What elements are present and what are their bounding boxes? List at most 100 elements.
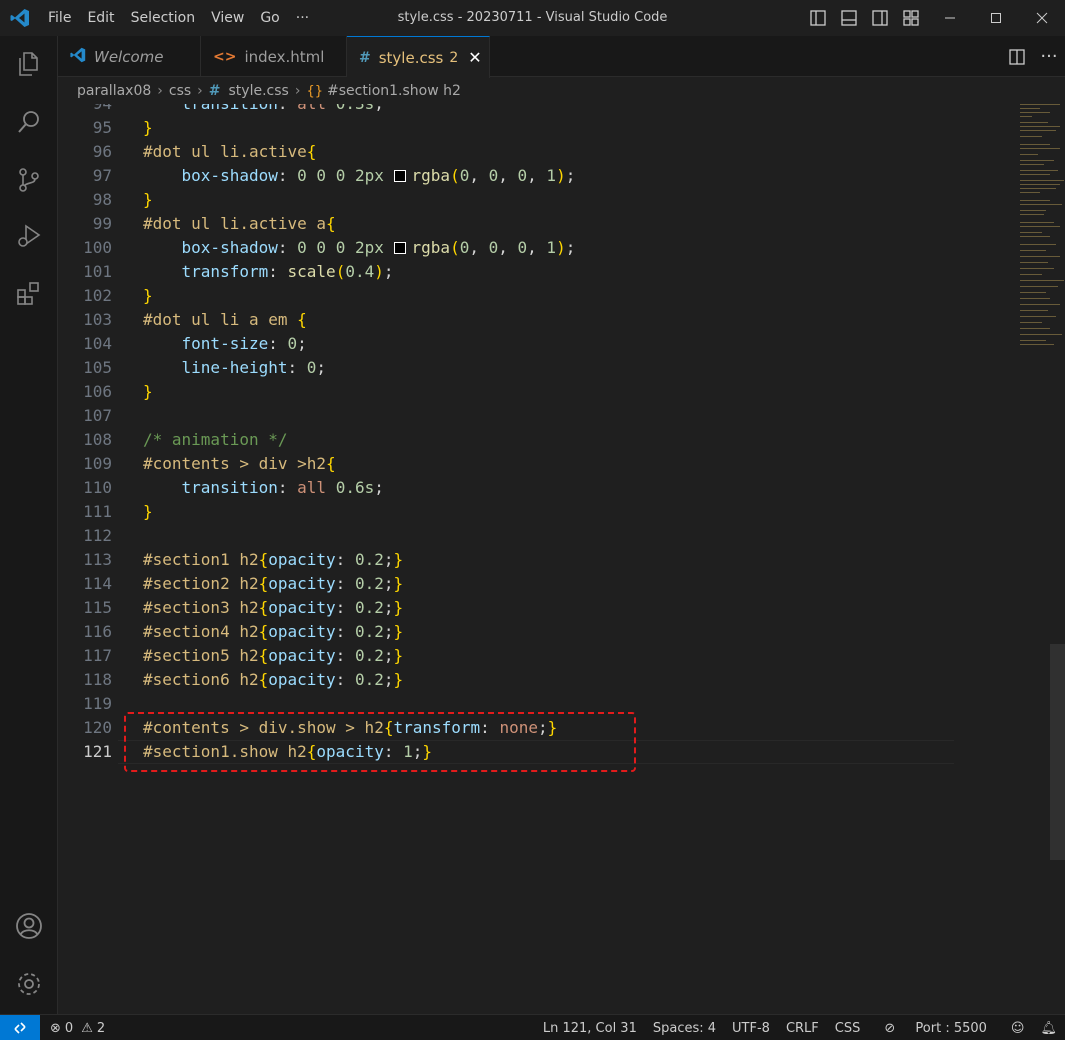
breadcrumb-folder-parallax08[interactable]: parallax08	[77, 83, 151, 99]
minimap-line	[1020, 222, 1054, 223]
breadcrumb-file[interactable]: style.css	[229, 83, 289, 99]
code-line[interactable]: 112	[58, 524, 958, 548]
line-number: 106	[83, 382, 112, 401]
color-swatch[interactable]	[393, 242, 406, 254]
line-text: #section5 h2{opacity: 0.2;}	[143, 646, 404, 665]
language-mode[interactable]: CSS	[827, 1021, 869, 1036]
minimap-line	[1020, 144, 1050, 145]
code-line[interactable]: 118 #section6 h2{opacity: 0.2;}	[58, 668, 958, 692]
code-line[interactable]: 117 #section5 h2{opacity: 0.2;}	[58, 644, 958, 668]
toggle-secondary-sidebar-icon[interactable]	[866, 5, 893, 32]
indentation[interactable]: Spaces: 4	[645, 1021, 724, 1036]
minimap-line	[1020, 192, 1040, 193]
accounts-icon[interactable]	[0, 902, 58, 950]
tab-index-html[interactable]: <> index.html	[201, 36, 347, 77]
line-text: #dot ul li.active a{	[143, 214, 336, 233]
end-of-line[interactable]: CRLF	[778, 1021, 827, 1036]
code-line[interactable]: 102}	[58, 284, 958, 308]
code-line[interactable]: 108 /* animation */	[58, 428, 958, 452]
menu-more[interactable]: ···	[288, 10, 317, 26]
code-line[interactable]: 104 font-size: 0;	[58, 332, 958, 356]
menu-view[interactable]: View	[203, 10, 252, 26]
line-text: line-height: 0;	[181, 358, 327, 377]
source-control-icon[interactable]	[0, 156, 58, 204]
line-number: 118	[83, 670, 112, 689]
close-tab-icon[interactable]: ✕	[468, 48, 481, 67]
status-bar: ⊗ 0 ⚠ 2 Ln 121, Col 31 Spaces: 4 UTF-8 C…	[0, 1014, 1065, 1040]
code-line[interactable]: 103 #dot ul li a em {	[58, 308, 958, 332]
line-number: 109	[83, 454, 112, 473]
warning-count: 2	[96, 1020, 106, 1036]
problems-badge: 2	[449, 49, 459, 66]
minimap-line	[1020, 130, 1056, 131]
code-line[interactable]: 101 transform: scale(0.4);	[58, 260, 958, 284]
run-debug-icon[interactable]	[0, 212, 58, 260]
code-editor[interactable]: 94 transition: all 0.3s;95}96#dot ul li.…	[58, 104, 1065, 1014]
minimap[interactable]	[958, 104, 1064, 1014]
minimap-line	[1020, 274, 1042, 275]
menu-edit[interactable]: Edit	[79, 10, 122, 26]
line-number: 108	[83, 430, 112, 449]
code-line[interactable]: 98}	[58, 188, 958, 212]
minimap-line	[1020, 204, 1062, 205]
code-line[interactable]: 116 #section4 h2{opacity: 0.2;}	[58, 620, 958, 644]
feedback-icon[interactable]: ☺	[1003, 1021, 1033, 1036]
toggle-panel-icon[interactable]	[835, 5, 862, 32]
code-line[interactable]: 95}	[58, 116, 958, 140]
live-server-port[interactable]: ⊘ Port : 5500	[868, 1021, 1003, 1036]
more-actions-icon[interactable]: ···	[1033, 46, 1065, 67]
code-line[interactable]: 96 #dot ul li.active{	[58, 140, 958, 164]
line-number: 112	[83, 526, 112, 545]
code-line[interactable]: 94 transition: all 0.3s;	[58, 104, 958, 116]
close-window-icon[interactable]	[1019, 0, 1065, 36]
cursor-position[interactable]: Ln 121, Col 31	[535, 1021, 645, 1036]
vertical-scrollbar[interactable]	[1050, 644, 1065, 860]
code-line[interactable]: 110 transition: all 0.6s;	[58, 476, 958, 500]
color-swatch[interactable]	[393, 170, 406, 182]
customize-layout-icon[interactable]	[897, 5, 924, 32]
breadcrumb-folder-css[interactable]: css	[169, 83, 191, 99]
line-text: #dot ul li a em {	[143, 310, 307, 329]
minimap-line	[1020, 256, 1060, 257]
code-line[interactable]: 114 #section2 h2{opacity: 0.2;}	[58, 572, 958, 596]
code-line[interactable]: 115 #section3 h2{opacity: 0.2;}	[58, 596, 958, 620]
port-label: Port : 5500	[915, 1020, 987, 1036]
notifications-bell-icon[interactable]: 🔔︎	[1032, 1021, 1065, 1036]
minimap-line	[1020, 226, 1060, 227]
minimize-icon[interactable]	[927, 0, 973, 36]
menu-file[interactable]: File	[40, 10, 79, 26]
minimap-line	[1020, 322, 1042, 323]
code-line[interactable]: 100 box-shadow: 0 0 0 2px rgba(0, 0, 0, …	[58, 236, 958, 260]
code-line[interactable]: 106}	[58, 380, 958, 404]
line-number: 116	[83, 622, 112, 641]
activity-bar	[0, 36, 58, 1014]
status-right: Ln 121, Col 31 Spaces: 4 UTF-8 CRLF CSS …	[535, 1015, 1065, 1040]
tab-welcome[interactable]: Welcome	[58, 36, 201, 77]
code-line[interactable]: 107	[58, 404, 958, 428]
extensions-icon[interactable]	[0, 270, 58, 318]
line-text: #contents > div >h2{	[143, 454, 336, 473]
problems-indicator[interactable]: ⊗ 0 ⚠ 2	[50, 1015, 105, 1040]
explorer-icon[interactable]	[0, 40, 58, 88]
code-line[interactable]: 113 #section1 h2{opacity: 0.2;}	[58, 548, 958, 572]
tab-label: Welcome	[94, 47, 164, 66]
code-line[interactable]: 111}	[58, 500, 958, 524]
encoding[interactable]: UTF-8	[724, 1021, 778, 1036]
breadcrumb-symbol[interactable]: #section1.show h2	[327, 83, 461, 99]
code-line[interactable]: 105 line-height: 0;	[58, 356, 958, 380]
toggle-primary-sidebar-icon[interactable]	[804, 5, 831, 32]
line-number: 107	[83, 406, 112, 425]
line-number: 113	[83, 550, 112, 569]
code-line[interactable]: 99 #dot ul li.active a{	[58, 212, 958, 236]
remote-indicator-icon[interactable]	[0, 1015, 40, 1040]
split-editor-icon[interactable]	[1001, 48, 1033, 65]
search-icon[interactable]	[0, 98, 58, 146]
menu-selection[interactable]: Selection	[123, 10, 204, 26]
manage-gear-icon[interactable]	[0, 960, 58, 1008]
code-line[interactable]: 97 box-shadow: 0 0 0 2px rgba(0, 0, 0, 1…	[58, 164, 958, 188]
line-text: box-shadow: 0 0 0 2px rgba(0, 0, 0, 1);	[181, 166, 576, 185]
maximize-icon[interactable]	[973, 0, 1019, 36]
menu-go[interactable]: Go	[252, 10, 287, 26]
tab-style-css[interactable]: # style.css 2 ✕	[347, 36, 490, 78]
code-line[interactable]: 109 #contents > div >h2{	[58, 452, 958, 476]
